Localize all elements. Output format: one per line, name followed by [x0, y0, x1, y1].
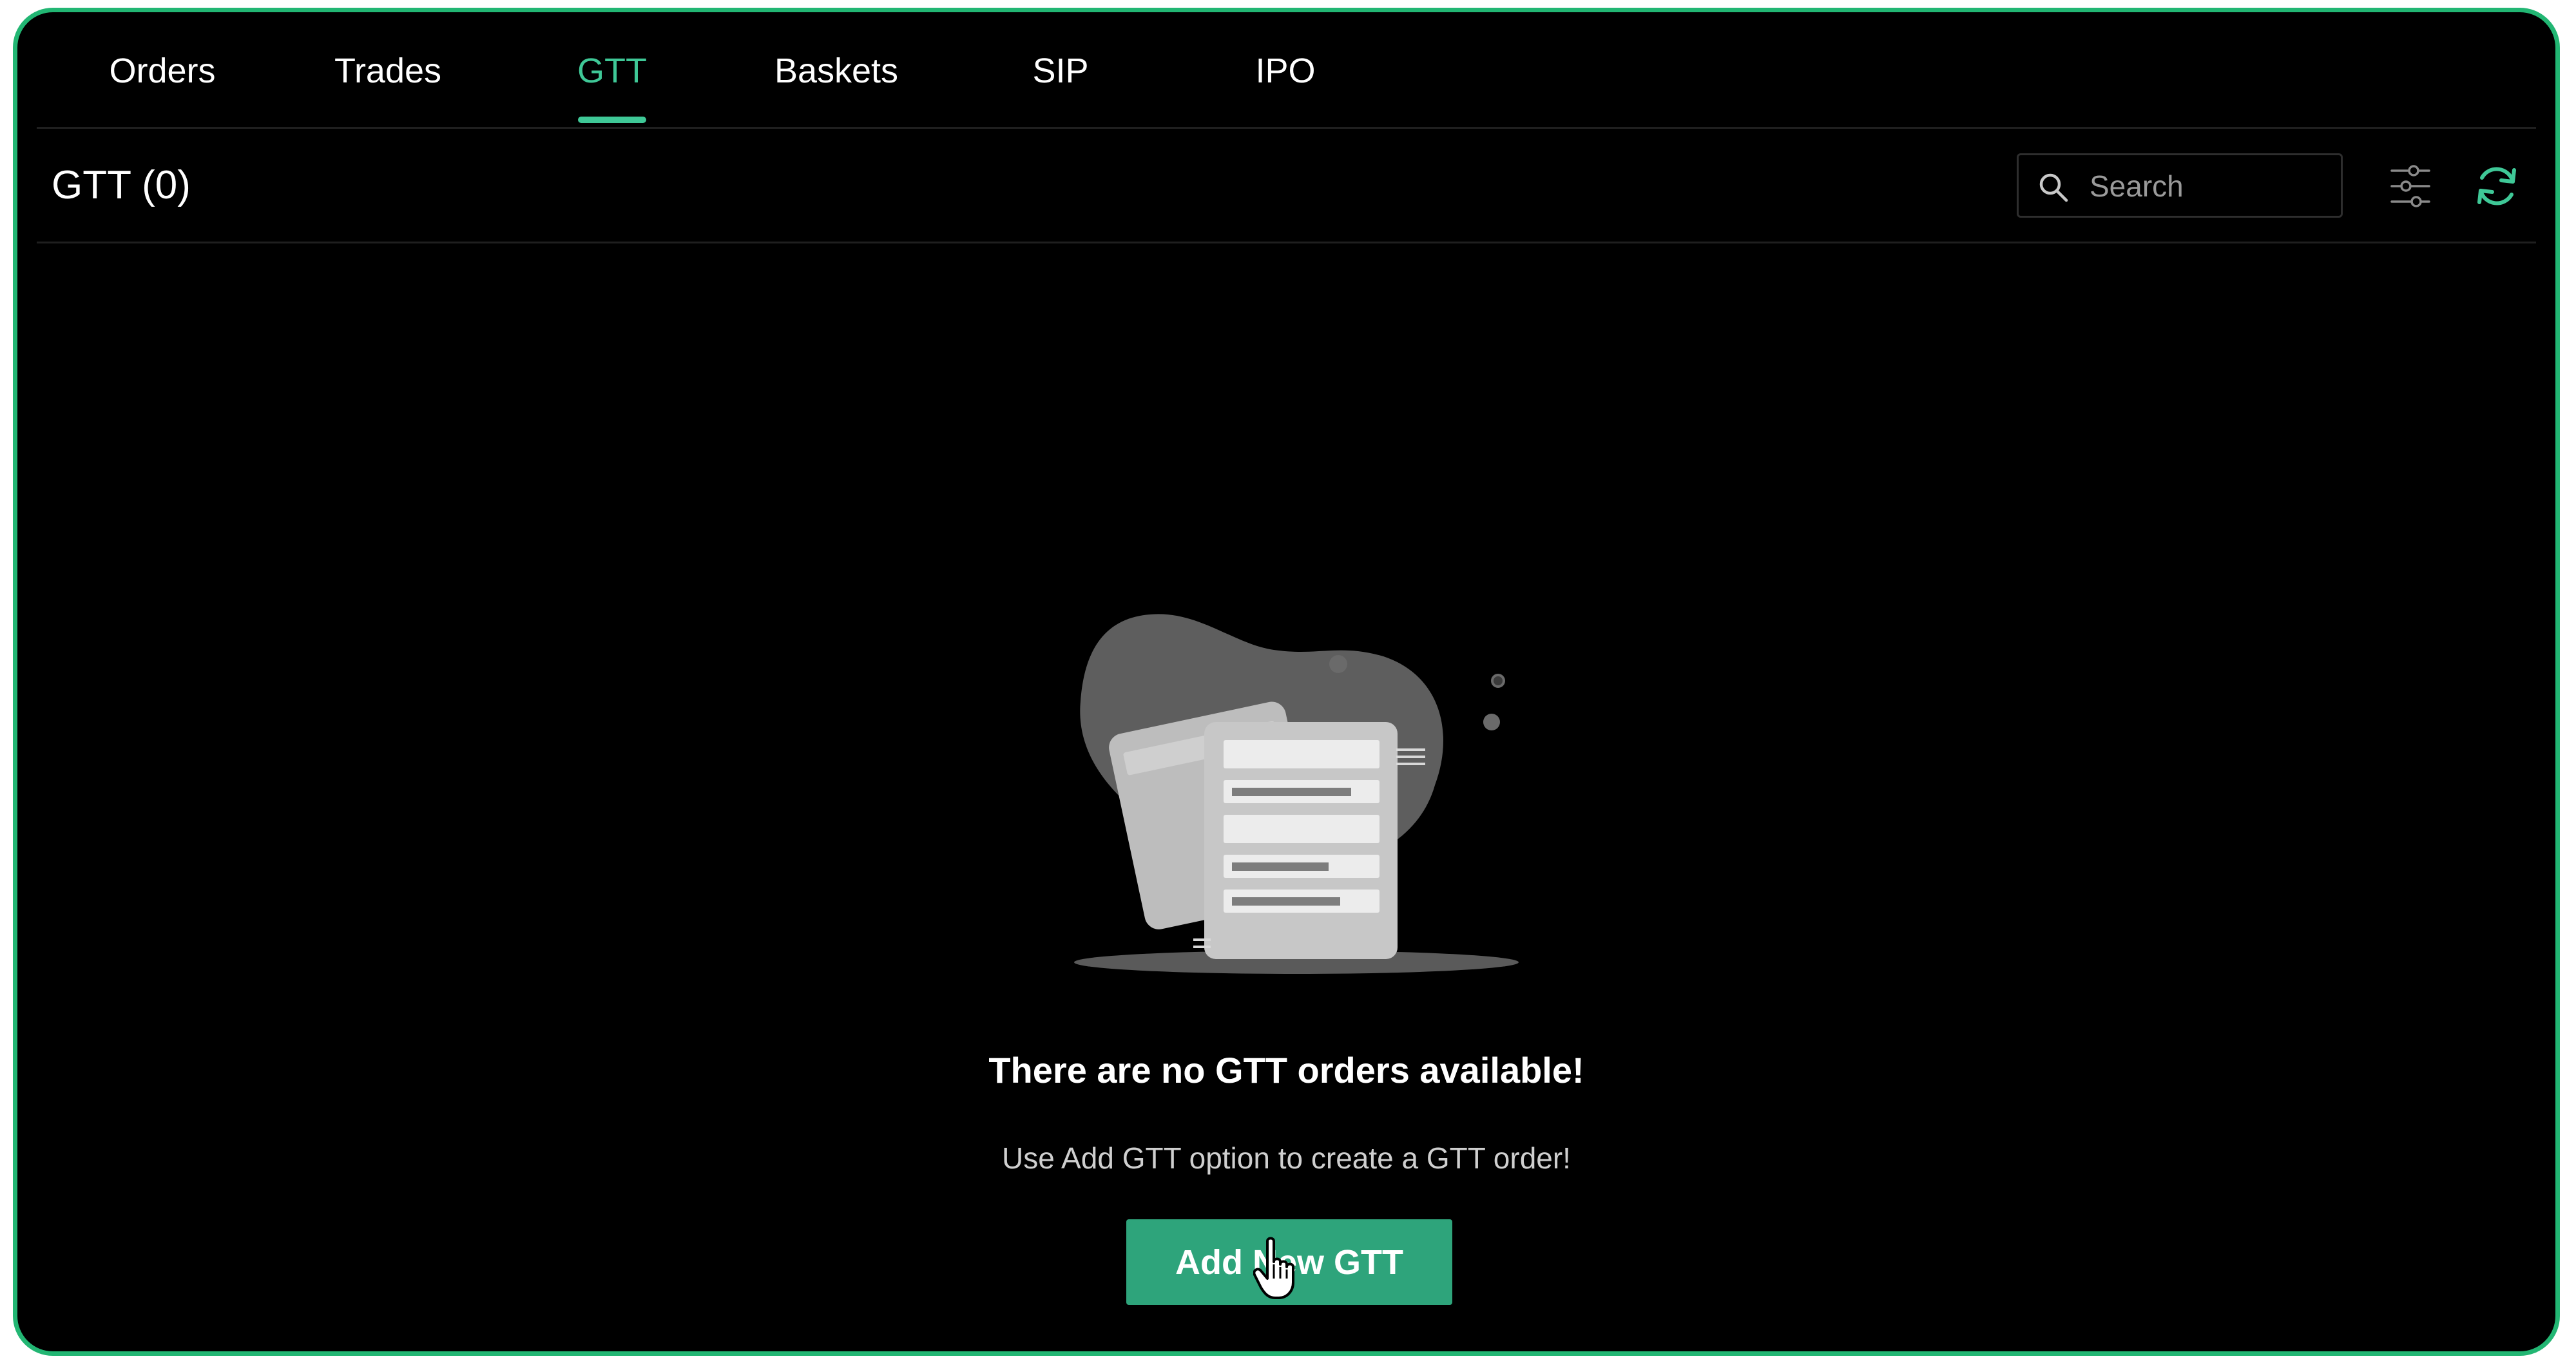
tab-sip[interactable]: SIP — [1032, 51, 1088, 91]
tab-orders[interactable]: Orders — [109, 51, 215, 91]
active-tab-indicator — [578, 117, 646, 123]
tab-ipo[interactable]: IPO — [1255, 51, 1315, 91]
empty-state-title: There are no GTT orders available! — [988, 1050, 1584, 1090]
refresh-icon[interactable] — [2473, 162, 2521, 210]
search-input[interactable] — [2088, 164, 2329, 208]
tab-gtt[interactable]: GTT — [577, 51, 647, 91]
empty-state-subtitle: Use Add GTT option to create a GTT order… — [1002, 1141, 1571, 1175]
document-stack-illustration — [1074, 614, 1519, 974]
search-box[interactable] — [2017, 153, 2343, 218]
tab-baskets[interactable]: Baskets — [774, 51, 898, 91]
sliders-icon[interactable] — [2390, 165, 2430, 207]
tab-bar: Orders Trades GTT Baskets SIP IPO — [37, 12, 2536, 129]
pointer-cursor-icon — [1253, 1237, 1294, 1299]
page-title: GTT (0) — [52, 163, 191, 207]
app-window: Orders Trades GTT Baskets SIP IPO GTT (0… — [13, 8, 2560, 1356]
tab-trades[interactable]: Trades — [334, 51, 441, 91]
toolbar: GTT (0) — [37, 129, 2536, 243]
search-icon — [2039, 173, 2068, 202]
